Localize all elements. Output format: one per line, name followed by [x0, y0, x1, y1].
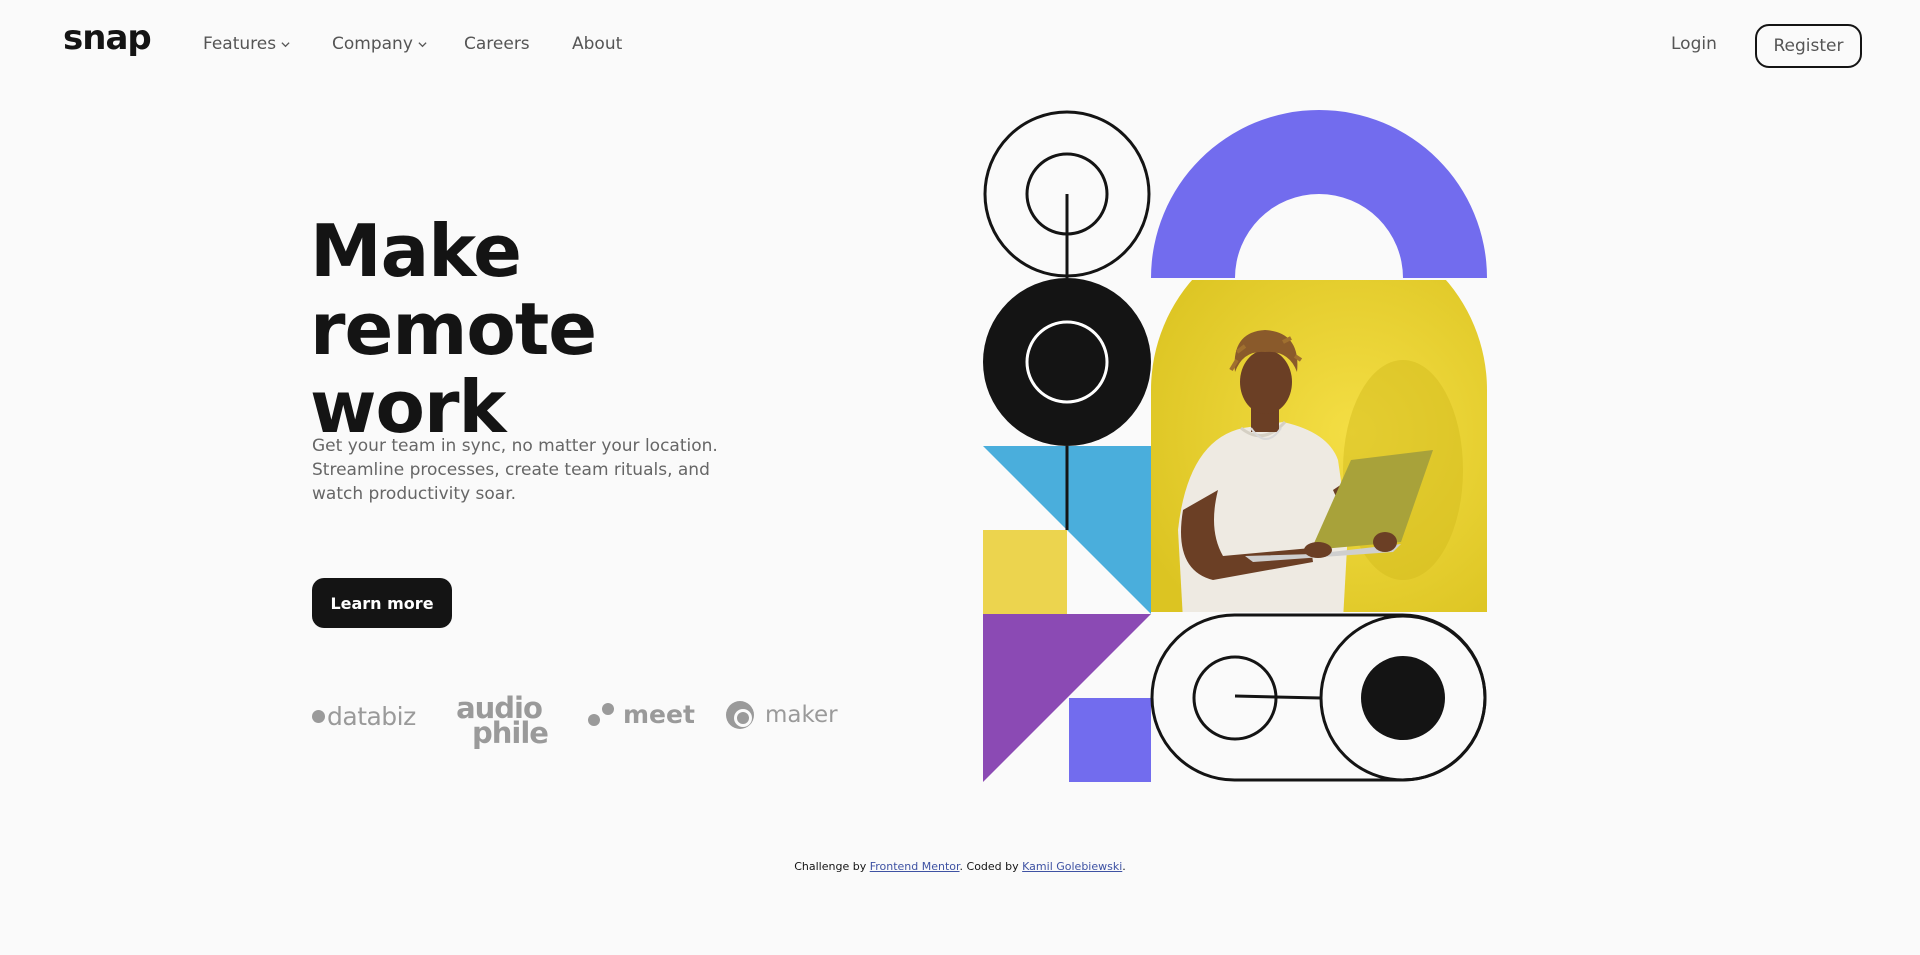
- databiz-dot-icon: [312, 710, 325, 723]
- hero-headline: Make remote work: [310, 212, 810, 446]
- client-databiz-name: databiz: [327, 702, 416, 731]
- client-meet-name: meet: [623, 700, 695, 729]
- nav-careers-label: Careers: [464, 34, 530, 54]
- footer-suffix: .: [1122, 860, 1126, 873]
- client-meet-logo: meet: [587, 700, 695, 729]
- purple-square-shape: [1069, 698, 1151, 782]
- hero-lead: Get your team in sync, no matter your lo…: [312, 436, 718, 504]
- login-link[interactable]: Login: [1671, 34, 1717, 54]
- nav-about[interactable]: About: [572, 34, 622, 54]
- nav-careers[interactable]: Careers: [464, 34, 530, 54]
- top-ring-shape: [983, 110, 1151, 278]
- yellow-square-shape: [983, 530, 1067, 614]
- attribution-footer: Challenge by Frontend Mentor. Coded by K…: [0, 860, 1920, 873]
- frontend-mentor-link[interactable]: Frontend Mentor: [870, 860, 960, 873]
- client-audiophile-logo: audio phile: [450, 694, 549, 750]
- nav-features[interactable]: Features: [203, 34, 290, 54]
- learn-more-button[interactable]: Learn more: [312, 578, 452, 628]
- snap-logo[interactable]: snap: [63, 18, 152, 58]
- client-logos: databiz audio phile meet maker: [312, 694, 838, 756]
- client-phile-word: phile: [472, 716, 549, 750]
- client-maker-name: maker: [765, 702, 838, 728]
- hero-photo: [1151, 280, 1487, 612]
- nav-about-label: About: [572, 34, 623, 54]
- nav-features-label: Features: [203, 34, 277, 54]
- client-databiz-logo: databiz: [312, 702, 416, 731]
- footer-middle: . Coded by: [959, 860, 1023, 873]
- footer-prefix: Challenge by: [794, 860, 870, 873]
- headline-line-1: Make remote: [310, 209, 597, 371]
- chevron-down-icon: [281, 41, 290, 47]
- pill-toggle-shape: [1150, 613, 1487, 782]
- black-disc-shape: [983, 278, 1151, 446]
- purple-arch-shape: [1151, 110, 1487, 278]
- chevron-down-icon: [418, 41, 427, 47]
- maker-swirl-icon: [726, 701, 754, 729]
- register-button[interactable]: Register: [1755, 24, 1862, 68]
- nav-company-label: Company: [332, 34, 413, 54]
- meet-dots-icon: [588, 702, 614, 726]
- author-link[interactable]: Kamil Golebiewski: [1022, 860, 1122, 873]
- nav-company[interactable]: Company: [332, 34, 427, 54]
- site-header: snap Features Company Careers About Logi…: [0, 0, 1920, 90]
- client-maker-logo: maker: [725, 700, 838, 730]
- hero-illustration: [983, 110, 1487, 782]
